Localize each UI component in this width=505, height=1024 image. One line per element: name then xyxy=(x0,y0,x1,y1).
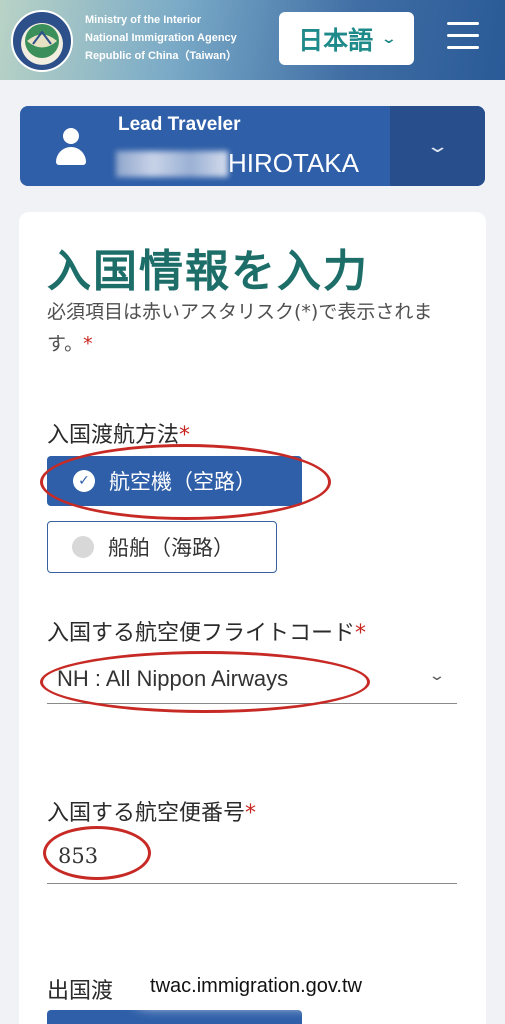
site-header: Ministry of the Interior National Immigr… xyxy=(0,0,505,80)
radio-option-sea-label: 船舶（海路） xyxy=(108,536,234,560)
lead-traveler-panel[interactable]: Lead Traveler HIROTAKA ⌄ xyxy=(20,106,485,186)
redacted-surname xyxy=(116,150,228,177)
required-asterisk: * xyxy=(83,333,93,355)
flight-code-label: 入国する航空便フライトコード* xyxy=(47,615,366,647)
chevron-down-icon: ⌄ xyxy=(425,135,450,157)
annotation-circle-air xyxy=(40,444,331,520)
agency-line-3: Republic of China（Taiwan） xyxy=(85,50,237,62)
language-select-button[interactable]: 日本語 ⌄ xyxy=(279,12,414,65)
radio-option-sea[interactable]: 船舶（海路） xyxy=(47,521,277,573)
required-note-text: 必須項目は赤いアスタリスク(*)で表示されます。 xyxy=(47,301,433,355)
departure-option-button[interactable] xyxy=(47,1010,302,1024)
agency-line-1: Ministry of the Interior xyxy=(85,14,202,26)
browser-url-bar[interactable]: twac.immigration.gov.tw xyxy=(128,965,384,1007)
required-note: 必須項目は赤いアスタリスク(*)で表示されます。* xyxy=(47,296,462,360)
flight-number-text: 入国する航空便番号 xyxy=(47,801,246,826)
annotation-circle-flight-number xyxy=(43,826,151,880)
required-asterisk: * xyxy=(245,801,257,826)
flight-code-text: 入国する航空便フライトコード xyxy=(47,621,356,646)
chevron-down-icon: ⌄ xyxy=(380,30,398,47)
agency-logo-icon[interactable] xyxy=(11,10,73,72)
agency-name: Ministry of the Interior National Immigr… xyxy=(85,11,237,65)
lead-traveler-label: Lead Traveler xyxy=(118,114,241,135)
chevron-down-icon: ⌄ xyxy=(428,668,446,684)
annotation-circle-airline xyxy=(40,651,370,713)
person-icon xyxy=(56,128,86,168)
radio-unchecked-icon xyxy=(72,536,94,558)
page-title: 入国情報を入力 xyxy=(47,246,369,297)
traveler-given-name: HIROTAKA xyxy=(228,148,359,178)
traveler-name-row: HIROTAKA xyxy=(116,148,359,179)
language-label: 日本語 xyxy=(298,25,374,55)
agency-line-2: National Immigration Agency xyxy=(85,32,237,44)
traveler-expand-button[interactable]: ⌄ xyxy=(390,106,485,186)
flight-number-label: 入国する航空便番号* xyxy=(47,795,256,827)
required-asterisk: * xyxy=(355,621,367,646)
departure-method-label: 出国渡 xyxy=(47,979,114,1004)
hamburger-menu-icon[interactable] xyxy=(447,22,479,52)
